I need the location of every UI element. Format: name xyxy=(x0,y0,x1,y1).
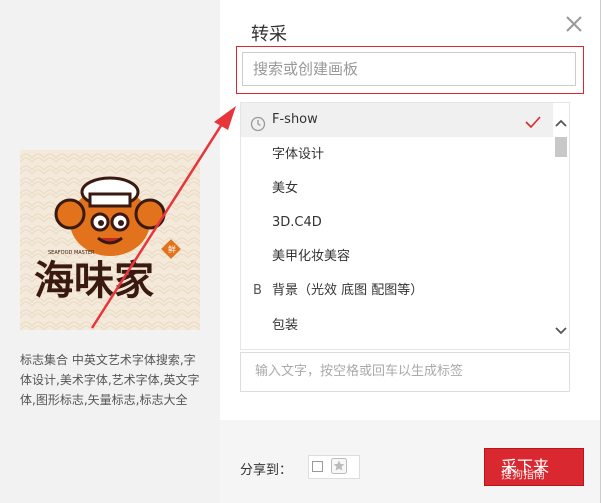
watermark: 搜狗指南 xyxy=(501,468,545,481)
board-item-label: 3D.C4D xyxy=(272,215,322,230)
board-item[interactable]: 美女 xyxy=(241,172,553,206)
repin-dialog: 鲜 SEAFOOD MASTER 海味家 标志集合 中英文艺术字体搜索,字体设计… xyxy=(0,0,601,503)
dialog-title: 转采 xyxy=(251,24,287,45)
tag-input[interactable]: 输入文字，按空格或回车以生成标签 xyxy=(240,352,570,392)
logo-image: 鲜 SEAFOOD MASTER 海味家 xyxy=(20,150,200,330)
board-item-f-show[interactable]: F-show xyxy=(241,103,553,137)
board-item-label: 字体设计 xyxy=(272,147,325,162)
clock-icon xyxy=(250,112,266,132)
board-item[interactable]: 美甲化妆美容 xyxy=(241,240,553,274)
close-icon xyxy=(566,16,582,32)
board-item-label: 美女 xyxy=(272,181,299,196)
close-button[interactable] xyxy=(564,14,584,34)
board-item-label: 包装 xyxy=(272,318,299,333)
chevron-up-icon[interactable] xyxy=(553,115,569,129)
chevron-down-icon[interactable] xyxy=(553,323,569,337)
pin-thumbnail: 鲜 SEAFOOD MASTER 海味家 xyxy=(20,150,200,330)
board-list: F-show 字体设计 美女 3D.C4D 美甲化妆美容 B 背景（光效 底图 … xyxy=(240,102,570,350)
logo-text: 海味家 xyxy=(34,258,154,304)
board-search-input[interactable]: 搜索或创建画板 xyxy=(242,52,576,86)
board-item-label: F-show xyxy=(272,112,318,127)
logo-small-text: SEAFOOD MASTER xyxy=(48,250,95,256)
board-item[interactable]: B 背景（光效 底图 配图等） xyxy=(241,274,553,308)
board-item-label: 美甲化妆美容 xyxy=(272,249,351,264)
share-platform-icon[interactable] xyxy=(331,458,347,474)
board-item[interactable]: 3D.C4D xyxy=(241,206,553,240)
board-item[interactable]: 包装 xyxy=(241,309,553,343)
share-checkbox[interactable] xyxy=(312,461,323,472)
board-list-scrollbar[interactable] xyxy=(553,103,569,349)
pin-description: 标志集合 中英文艺术字体搜索,字体设计,美术字体,艺术字体,英文字体,图形标志,… xyxy=(20,353,200,407)
scrollbar-thumb[interactable] xyxy=(555,137,567,157)
share-label: 分享到： xyxy=(240,463,293,478)
board-item[interactable]: 字体设计 xyxy=(241,138,553,172)
svg-text:鲜: 鲜 xyxy=(168,244,176,254)
check-icon xyxy=(524,111,542,129)
pin-preview-panel: 鲜 SEAFOOD MASTER 海味家 标志集合 中英文艺术字体搜索,字体设计… xyxy=(0,0,220,503)
group-letter: B xyxy=(253,283,262,298)
board-item-label: 背景（光效 底图 配图等） xyxy=(272,283,424,298)
